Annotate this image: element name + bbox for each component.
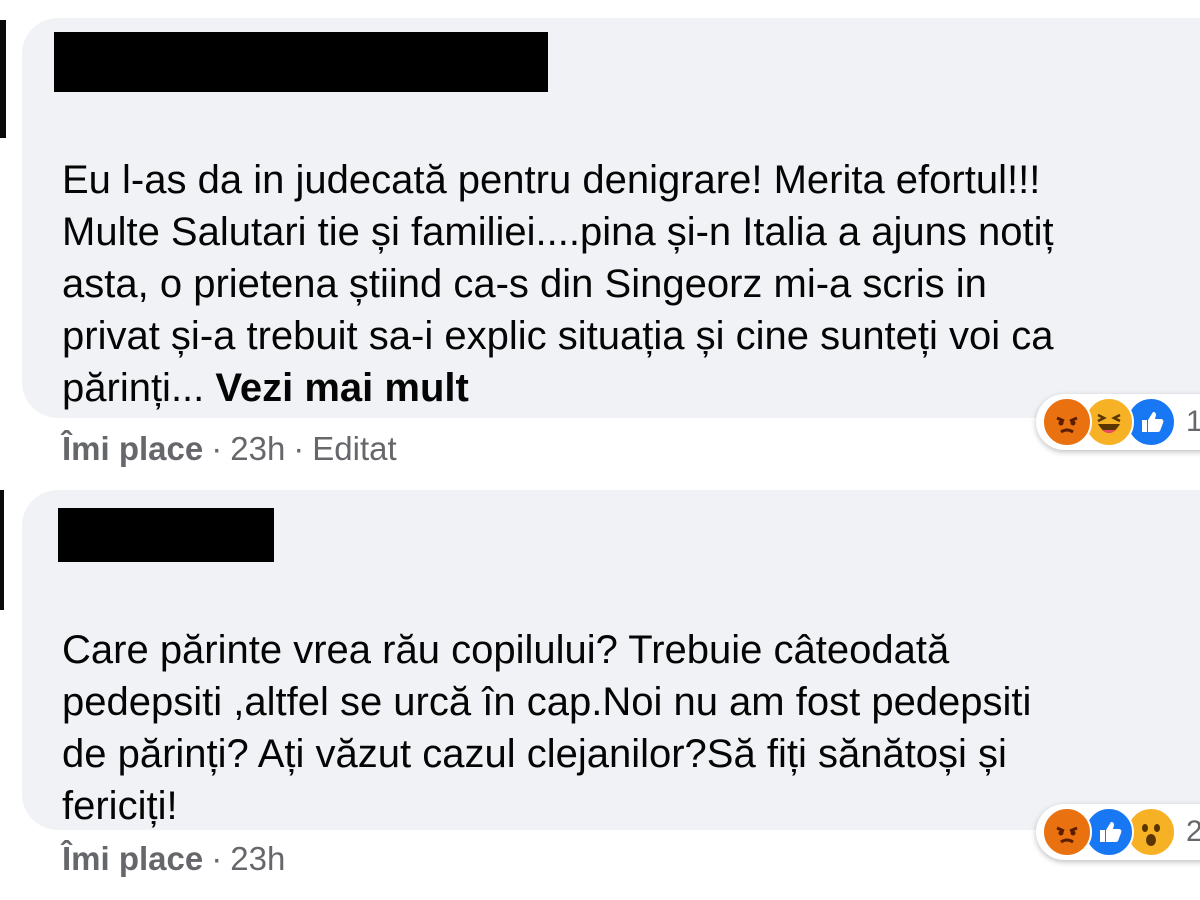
angry-icon	[1042, 807, 1092, 857]
comment: Eu l-as da in judecată pentru denigrare!…	[0, 0, 1200, 480]
reaction-count: 2	[1186, 815, 1200, 848]
comment-actions: Îmi place · 23h	[62, 840, 285, 878]
reactions-summary[interactable]: 1	[1036, 394, 1200, 450]
separator: ·	[293, 430, 305, 467]
comment-text: Care părinte vrea rău copilului? Trebuie…	[62, 572, 1200, 832]
comment-text: Eu l-as da in judecată pentru denigrare!…	[62, 102, 1200, 414]
like-button[interactable]: Îmi place	[62, 430, 203, 467]
separator: ·	[211, 840, 223, 877]
comment-body: Care părinte vrea rău copilului? Trebuie…	[62, 628, 1032, 828]
timestamp[interactable]: 23h	[230, 840, 285, 877]
comment-body: Eu l-as da in judecată pentru denigrare!…	[62, 158, 1054, 410]
separator: ·	[211, 430, 223, 467]
like-button[interactable]: Îmi place	[62, 840, 203, 877]
redacted-author-name[interactable]	[58, 508, 274, 562]
reaction-count: 1	[1186, 405, 1200, 438]
comment: Care părinte vrea rău copilului? Trebuie…	[0, 480, 1200, 900]
comment-actions: Îmi place · 23h · Editat	[62, 430, 397, 468]
see-more-link[interactable]: Vezi mai mult	[215, 366, 468, 410]
reactions-summary[interactable]: 2	[1036, 804, 1200, 860]
redacted-author-name[interactable]	[54, 32, 548, 92]
timestamp[interactable]: 23h	[230, 430, 285, 467]
angry-icon	[1042, 397, 1092, 447]
edited-label: Editat	[312, 430, 397, 467]
